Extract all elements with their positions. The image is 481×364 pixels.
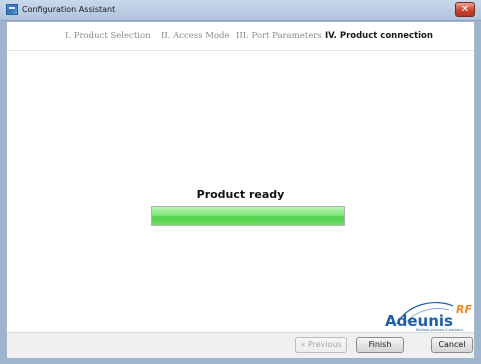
close-button[interactable]: ✕ bbox=[455, 2, 475, 17]
finish-button[interactable]: Finish bbox=[356, 337, 404, 353]
wizard-content: Product ready RF Adeunis Wireless produc… bbox=[7, 51, 474, 332]
previous-button[interactable]: « Previous bbox=[295, 337, 347, 353]
step-product-selection: I. Product Selection bbox=[65, 31, 151, 41]
step-product-connection: IV. Product connection bbox=[325, 31, 433, 41]
step-port-parameters: III. Port Parameters bbox=[236, 31, 322, 41]
window-title: Configuration Assistant bbox=[22, 5, 116, 14]
wizard-steps: I. Product Selection II. Access Mode III… bbox=[7, 22, 474, 51]
adeunis-rf-logo: RF Adeunis Wireless products & solutions bbox=[385, 302, 472, 332]
logo-rf-text: RF bbox=[456, 303, 472, 316]
wizard-footer: « Previous Finish Cancel bbox=[7, 332, 474, 358]
cancel-button[interactable]: Cancel bbox=[431, 337, 473, 353]
close-icon: ✕ bbox=[460, 4, 470, 15]
progress-bar-fill bbox=[152, 207, 344, 225]
status-label: Product ready bbox=[196, 188, 285, 201]
app-icon bbox=[6, 4, 18, 15]
configuration-assistant-window: Configuration Assistant ✕ I. Product Sel… bbox=[0, 0, 481, 364]
title-bar[interactable]: Configuration Assistant ✕ bbox=[0, 0, 481, 21]
wizard-client-area: I. Product Selection II. Access Mode III… bbox=[6, 21, 475, 358]
connection-progress-bar bbox=[151, 206, 345, 226]
step-access-mode: II. Access Mode bbox=[161, 31, 230, 41]
